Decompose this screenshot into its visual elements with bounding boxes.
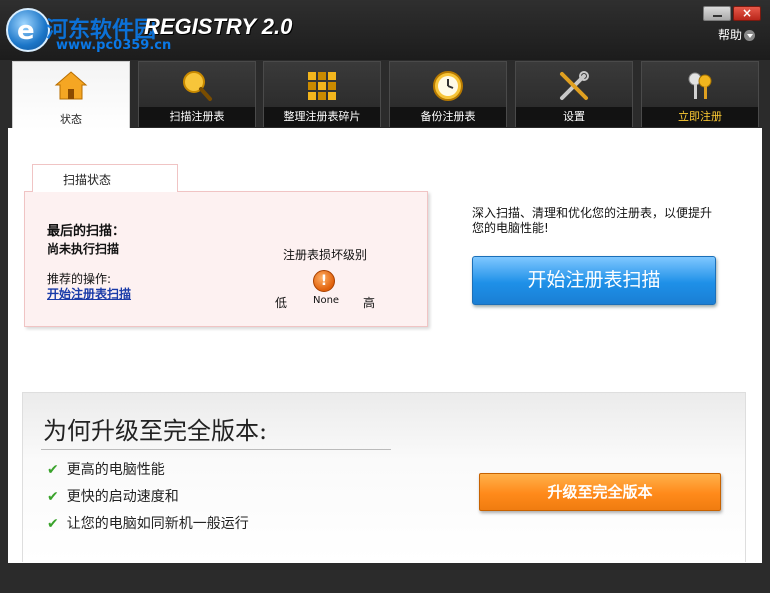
defrag-blocks-icon: [308, 72, 336, 100]
upgrade-button[interactable]: 升级至完全版本: [479, 473, 721, 511]
tab-scan-registry[interactable]: 扫描注册表: [138, 61, 256, 127]
chevron-down-icon: [744, 30, 756, 41]
tab-label: 扫描注册表: [139, 107, 255, 127]
bottom-bar: [0, 563, 770, 593]
damage-level-low: 低: [275, 296, 288, 310]
clock-icon: [433, 71, 463, 101]
damage-level-title: 注册表损坏级别: [283, 248, 368, 262]
damage-level-value: None: [313, 295, 340, 306]
benefit-text: 让您的电脑如同新机一般运行: [66, 516, 249, 532]
upgrade-title: 为何升级至完全版本:: [43, 417, 268, 445]
minimize-button[interactable]: [703, 6, 731, 21]
tab-settings[interactable]: 设置: [515, 61, 633, 127]
check-icon: ✔: [47, 462, 59, 478]
main-tab-bar: 状态 扫描注册表 整理注册表碎片 备份注册表 设置 立即注册: [0, 58, 770, 130]
watermark-url: www.pc0359.cn: [56, 38, 172, 53]
tab-label: 设置: [516, 107, 632, 127]
tab-label: 状态: [60, 113, 82, 126]
benefit-item: ✔ 更快的启动速度和: [47, 486, 179, 506]
home-icon: [54, 71, 88, 100]
warning-icon: !: [313, 270, 335, 292]
last-scan-value: 尚未执行扫描: [47, 242, 120, 256]
app-title: REGISTRY 2.0: [144, 14, 293, 39]
upgrade-panel: 为何升级至完全版本: ✔ 更高的电脑性能 ✔ 更快的启动速度和 ✔ 让您的电脑如同新机…: [22, 392, 746, 562]
tab-status[interactable]: 状态: [12, 61, 130, 130]
tab-label: 立即注册: [642, 107, 758, 127]
help-label: 帮助: [718, 28, 743, 42]
benefit-item: ✔ 更高的电脑性能: [47, 459, 165, 479]
scan-promo-text: 深入扫描、清理和优化您的注册表，以便提升您的电脑性能!: [472, 206, 713, 235]
damage-level-high: 高: [363, 296, 376, 310]
check-icon: ✔: [47, 516, 59, 532]
divider: [41, 449, 391, 450]
tab-register-now[interactable]: 立即注册: [641, 61, 759, 127]
benefit-text: 更快的启动速度和: [66, 489, 179, 505]
title-bar: e 河东软件园 REGISTRY 2.0 www.pc0359.cn × 帮助: [0, 0, 770, 60]
benefit-item: ✔ 让您的电脑如同新机一般运行: [47, 513, 249, 533]
last-scan-title: 最后的扫描：: [47, 224, 126, 239]
main-content: 扫描状态 最后的扫描： 尚未执行扫描 推荐的操作: 开始注册表扫描 注册表损坏级…: [8, 128, 762, 563]
tab-defrag-registry[interactable]: 整理注册表碎片: [263, 61, 381, 127]
start-scan-button[interactable]: 开始注册表扫描: [472, 256, 716, 305]
start-scan-link[interactable]: 开始注册表扫描: [47, 285, 131, 302]
benefit-text: 更高的电脑性能: [66, 462, 165, 478]
tab-label: 备份注册表: [390, 107, 506, 127]
magnifier-icon: [183, 71, 212, 101]
help-menu[interactable]: 帮助: [718, 26, 756, 43]
scan-status-panel: 最后的扫描： 尚未执行扫描 推荐的操作: 开始注册表扫描 注册表损坏级别 低 !…: [24, 191, 428, 327]
app-logo-icon: e: [6, 8, 50, 52]
tab-label: 整理注册表碎片: [264, 107, 380, 127]
keys-icon: [688, 72, 712, 99]
tools-icon: [560, 71, 589, 100]
close-button[interactable]: ×: [733, 6, 761, 21]
tab-backup-registry[interactable]: 备份注册表: [389, 61, 507, 127]
scan-status-tab: 扫描状态: [32, 164, 178, 192]
check-icon: ✔: [47, 489, 59, 505]
